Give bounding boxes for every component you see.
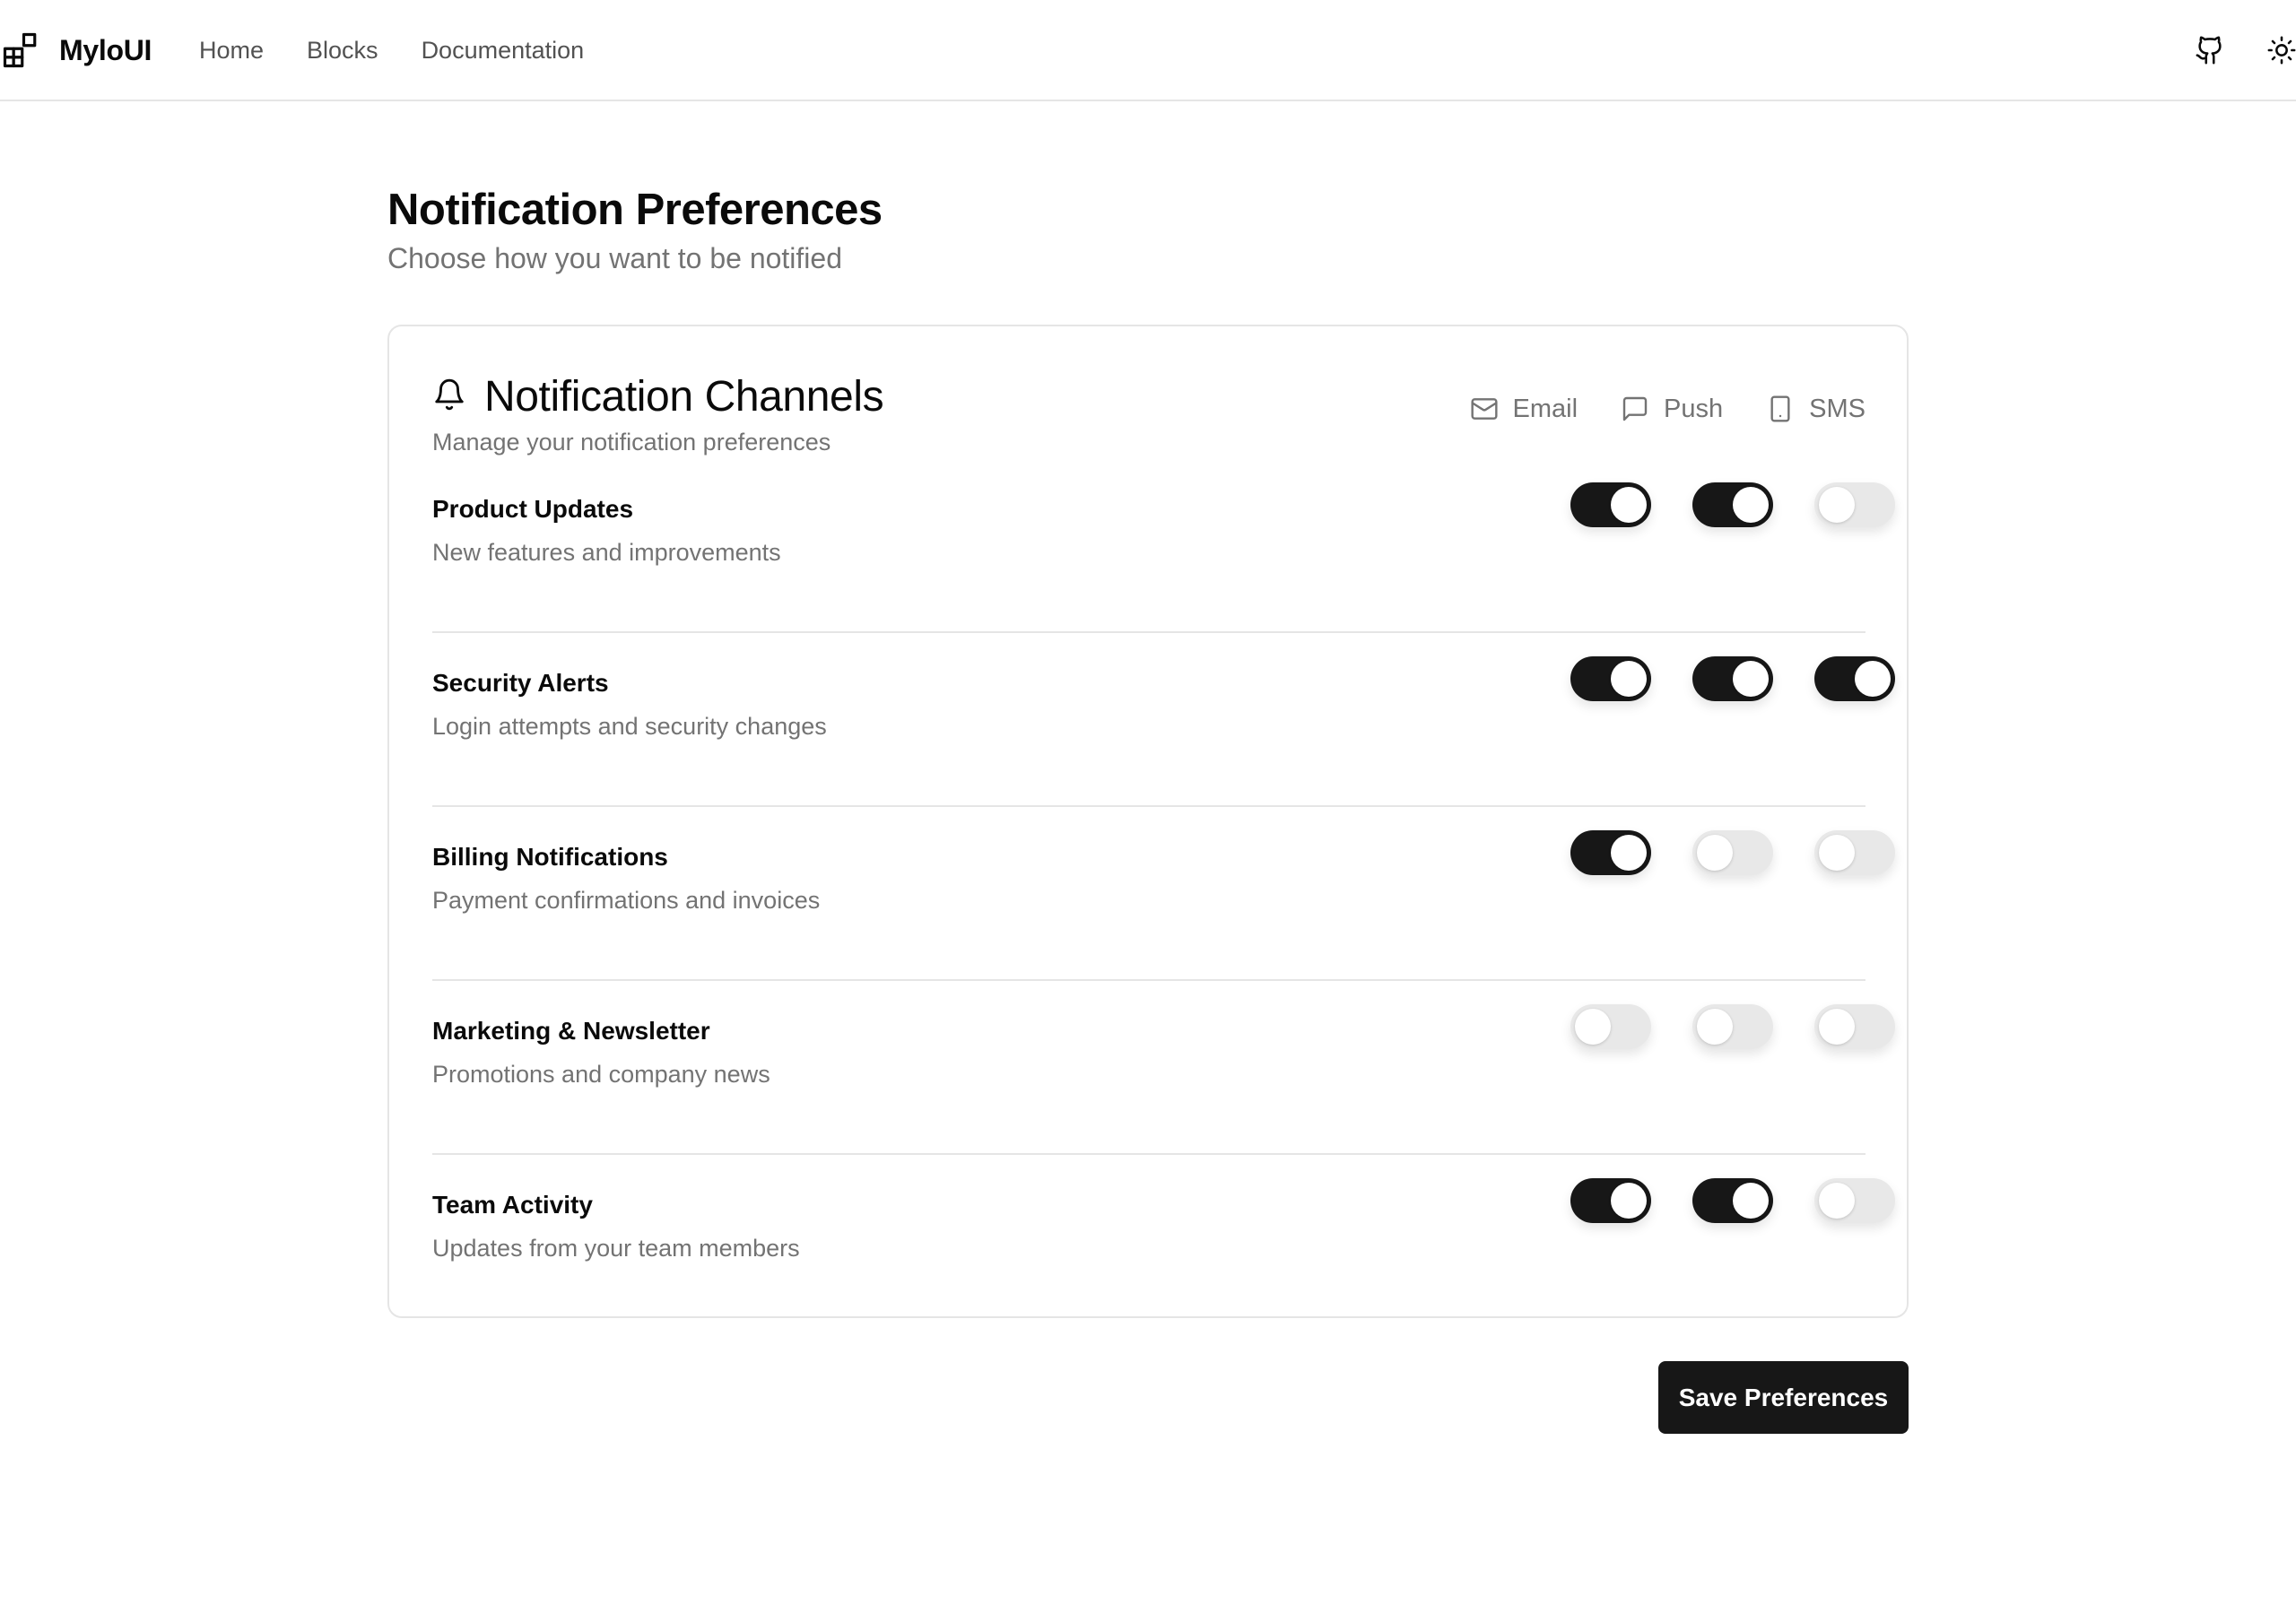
product-updates-push-toggle[interactable] (1692, 482, 1773, 527)
preference-row-team-activity: Team Activity Updates from your team mem… (432, 1155, 1895, 1329)
nav-link-blocks[interactable]: Blocks (307, 37, 378, 65)
channel-email-label: Email (1512, 394, 1578, 423)
row-label: Security Alerts (432, 669, 609, 697)
row-label: Team Activity (432, 1191, 593, 1219)
card-subtitle: Manage your notification preferences (432, 429, 831, 456)
card-header: Notification Channels Manage your notifi… (432, 371, 1866, 456)
team-activity-email-toggle[interactable] (1570, 1178, 1651, 1223)
row-description: Login attempts and security changes (432, 713, 827, 740)
notification-channels-card: Notification Channels Manage your notifi… (387, 325, 1909, 1318)
row-description: Promotions and company news (432, 1061, 770, 1088)
channel-sms: SMS (1766, 395, 1866, 424)
security-alerts-push-toggle[interactable] (1692, 656, 1773, 701)
brand-name: MyloUI (59, 33, 152, 66)
preference-row-billing-notifications: Billing Notifications Payment confirmati… (432, 807, 1895, 981)
nav-link-documentation[interactable]: Documentation (422, 37, 585, 65)
security-alerts-email-toggle[interactable] (1570, 656, 1651, 701)
security-alerts-sms-toggle[interactable] (1814, 656, 1895, 701)
github-icon (2196, 36, 2222, 65)
channel-push: Push (1621, 395, 1723, 424)
preference-row-product-updates: Product Updates New features and improve… (432, 459, 1895, 633)
row-label: Billing Notifications (432, 843, 668, 871)
row-description: Updates from your team members (432, 1235, 800, 1262)
channel-sms-label: SMS (1809, 394, 1866, 423)
billing-notifications-sms-toggle[interactable] (1814, 830, 1895, 875)
marketing-newsletter-sms-toggle[interactable] (1814, 1004, 1895, 1049)
page-title: Notification Preferences (387, 186, 883, 234)
preference-row-security-alerts: Security Alerts Login attempts and secur… (432, 633, 1895, 807)
save-preferences-button[interactable]: Save Preferences (1658, 1361, 1909, 1434)
brand-logo[interactable]: MyloUI (2, 30, 152, 70)
team-activity-sms-toggle[interactable] (1814, 1178, 1895, 1223)
row-label: Marketing & Newsletter (432, 1017, 710, 1045)
row-description: New features and improvements (432, 539, 781, 566)
channel-headers: Email Push SMS (1427, 389, 1866, 429)
channel-email: Email (1470, 395, 1578, 424)
message-square-icon (1622, 396, 1648, 421)
mail-icon (1470, 398, 1498, 420)
grid-blocks-icon (3, 32, 37, 68)
page-subtitle: Choose how you want to be notified (387, 242, 842, 274)
billing-notifications-push-toggle[interactable] (1692, 830, 1773, 875)
github-button[interactable] (2187, 27, 2233, 74)
marketing-newsletter-email-toggle[interactable] (1570, 1004, 1651, 1049)
marketing-newsletter-push-toggle[interactable] (1692, 1004, 1773, 1049)
main-nav: Home Blocks Documentation (199, 30, 627, 70)
nav-link-home[interactable]: Home (199, 37, 264, 65)
bell-icon (435, 378, 464, 411)
team-activity-push-toggle[interactable] (1692, 1178, 1773, 1223)
product-updates-sms-toggle[interactable] (1814, 482, 1895, 527)
top-navigation: MyloUI Home Blocks Documentation (0, 0, 2296, 101)
product-updates-email-toggle[interactable] (1570, 482, 1651, 527)
row-description: Payment confirmations and invoices (432, 887, 821, 914)
row-label: Product Updates (432, 495, 634, 523)
sun-icon (2267, 36, 2296, 65)
billing-notifications-email-toggle[interactable] (1570, 830, 1651, 875)
theme-toggle-button[interactable] (2258, 27, 2296, 74)
smartphone-icon (1770, 395, 1790, 422)
card-title: Notification Channels (484, 372, 884, 421)
preference-row-marketing-newsletter: Marketing & Newsletter Promotions and co… (432, 981, 1895, 1155)
channel-push-label: Push (1664, 394, 1724, 423)
